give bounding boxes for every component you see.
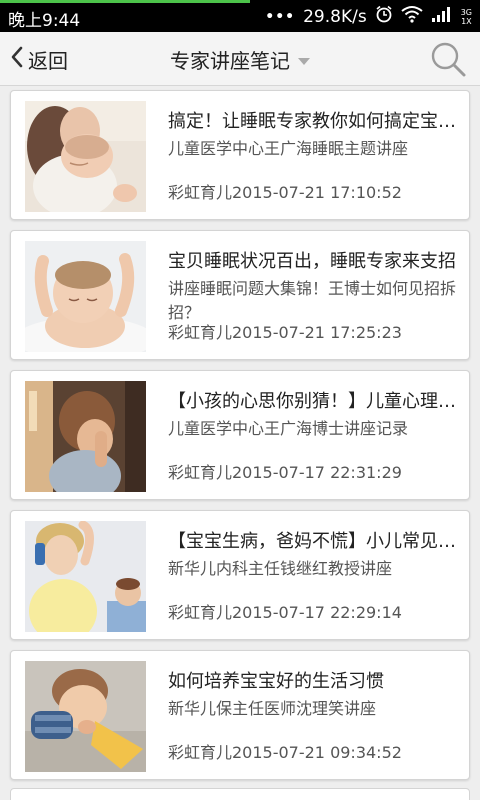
network-type-top: 3G <box>460 7 472 17</box>
status-bar: 晚上9:44 ••• 29.8K/s 3G 1X <box>0 0 480 32</box>
caret-down-icon <box>298 58 310 65</box>
list-item[interactable]: 如何培养宝宝好的生活习惯 新华儿保主任医师沈理笑讲座 彩虹育儿2015-07-2… <box>10 650 470 780</box>
more-dots-icon: ••• <box>265 8 296 25</box>
item-title: 宝贝睡眠状况百出，睡眠专家来支招 <box>168 251 456 272</box>
list-item[interactable]: 【小孩的心思你别猜！】儿童心理讲座 儿童医学中心王广海博士讲座记录 彩虹育儿20… <box>10 370 470 500</box>
item-meta: 彩虹育儿2015-07-21 17:10:52 <box>168 183 402 202</box>
item-title: 【小孩的心思你别猜！】儿童心理讲座 <box>168 391 458 412</box>
list-item-partial[interactable] <box>10 788 470 800</box>
item-title: 搞定！让睡眠专家教你如何搞定宝宝睡眠 <box>168 111 458 132</box>
page-title: 专家讲座笔记 <box>170 49 290 73</box>
thumbnail-image <box>25 241 146 352</box>
item-subtitle: 新华儿内科主任钱继红教授讲座 <box>168 559 393 578</box>
item-meta: 彩虹育儿2015-07-21 09:34:52 <box>168 743 402 762</box>
item-title: 【宝宝生病，爸妈不慌】小儿常见病讲座 <box>168 531 458 552</box>
list-item[interactable]: 宝贝睡眠状况百出，睡眠专家来支招 讲座睡眠问题大集锦！王博士如何见招拆招？ 彩虹… <box>10 230 470 360</box>
search-icon <box>428 42 468 83</box>
page-load-progress <box>0 0 250 3</box>
app-header: 返回 专家讲座笔记 <box>0 32 480 86</box>
thumbnail-image <box>25 661 146 772</box>
item-meta: 彩虹育儿2015-07-17 22:31:29 <box>168 463 402 482</box>
thumbnail-image <box>25 101 146 212</box>
status-time: 晚上9:44 <box>8 11 81 31</box>
title-dropdown[interactable]: 专家讲座笔记 <box>0 45 480 74</box>
item-meta: 彩虹育儿2015-07-21 17:25:23 <box>168 323 402 342</box>
item-subtitle: 儿童医学中心王广海睡眠主题讲座 <box>168 139 409 158</box>
thumbnail-image <box>25 381 146 492</box>
thumbnail-image <box>25 521 146 632</box>
network-type-bottom: 1X <box>461 16 472 26</box>
signal-icon <box>431 5 453 28</box>
network-speed: 29.8K/s <box>303 6 367 27</box>
item-subtitle: 儿童医学中心王广海博士讲座记录 <box>168 419 409 438</box>
list-item[interactable]: 【宝宝生病，爸妈不慌】小儿常见病讲座 新华儿内科主任钱继红教授讲座 彩虹育儿20… <box>10 510 470 640</box>
search-button[interactable] <box>428 39 468 79</box>
item-subtitle: 讲座睡眠问题大集锦！王博士如何见招拆招？ <box>168 279 457 322</box>
item-subtitle: 新华儿保主任医师沈理笑讲座 <box>168 699 377 718</box>
alarm-icon <box>375 5 393 28</box>
list-item[interactable]: 搞定！让睡眠专家教你如何搞定宝宝睡眠 儿童医学中心王广海睡眠主题讲座 彩虹育儿2… <box>10 90 470 220</box>
item-meta: 彩虹育儿2015-07-17 22:29:14 <box>168 603 402 622</box>
lecture-list[interactable]: 搞定！让睡眠专家教你如何搞定宝宝睡眠 儿童医学中心王广海睡眠主题讲座 彩虹育儿2… <box>0 86 480 800</box>
wifi-icon <box>401 5 423 28</box>
network-type: 3G 1X <box>461 8 472 26</box>
item-title: 如何培养宝宝好的生活习惯 <box>168 671 384 692</box>
